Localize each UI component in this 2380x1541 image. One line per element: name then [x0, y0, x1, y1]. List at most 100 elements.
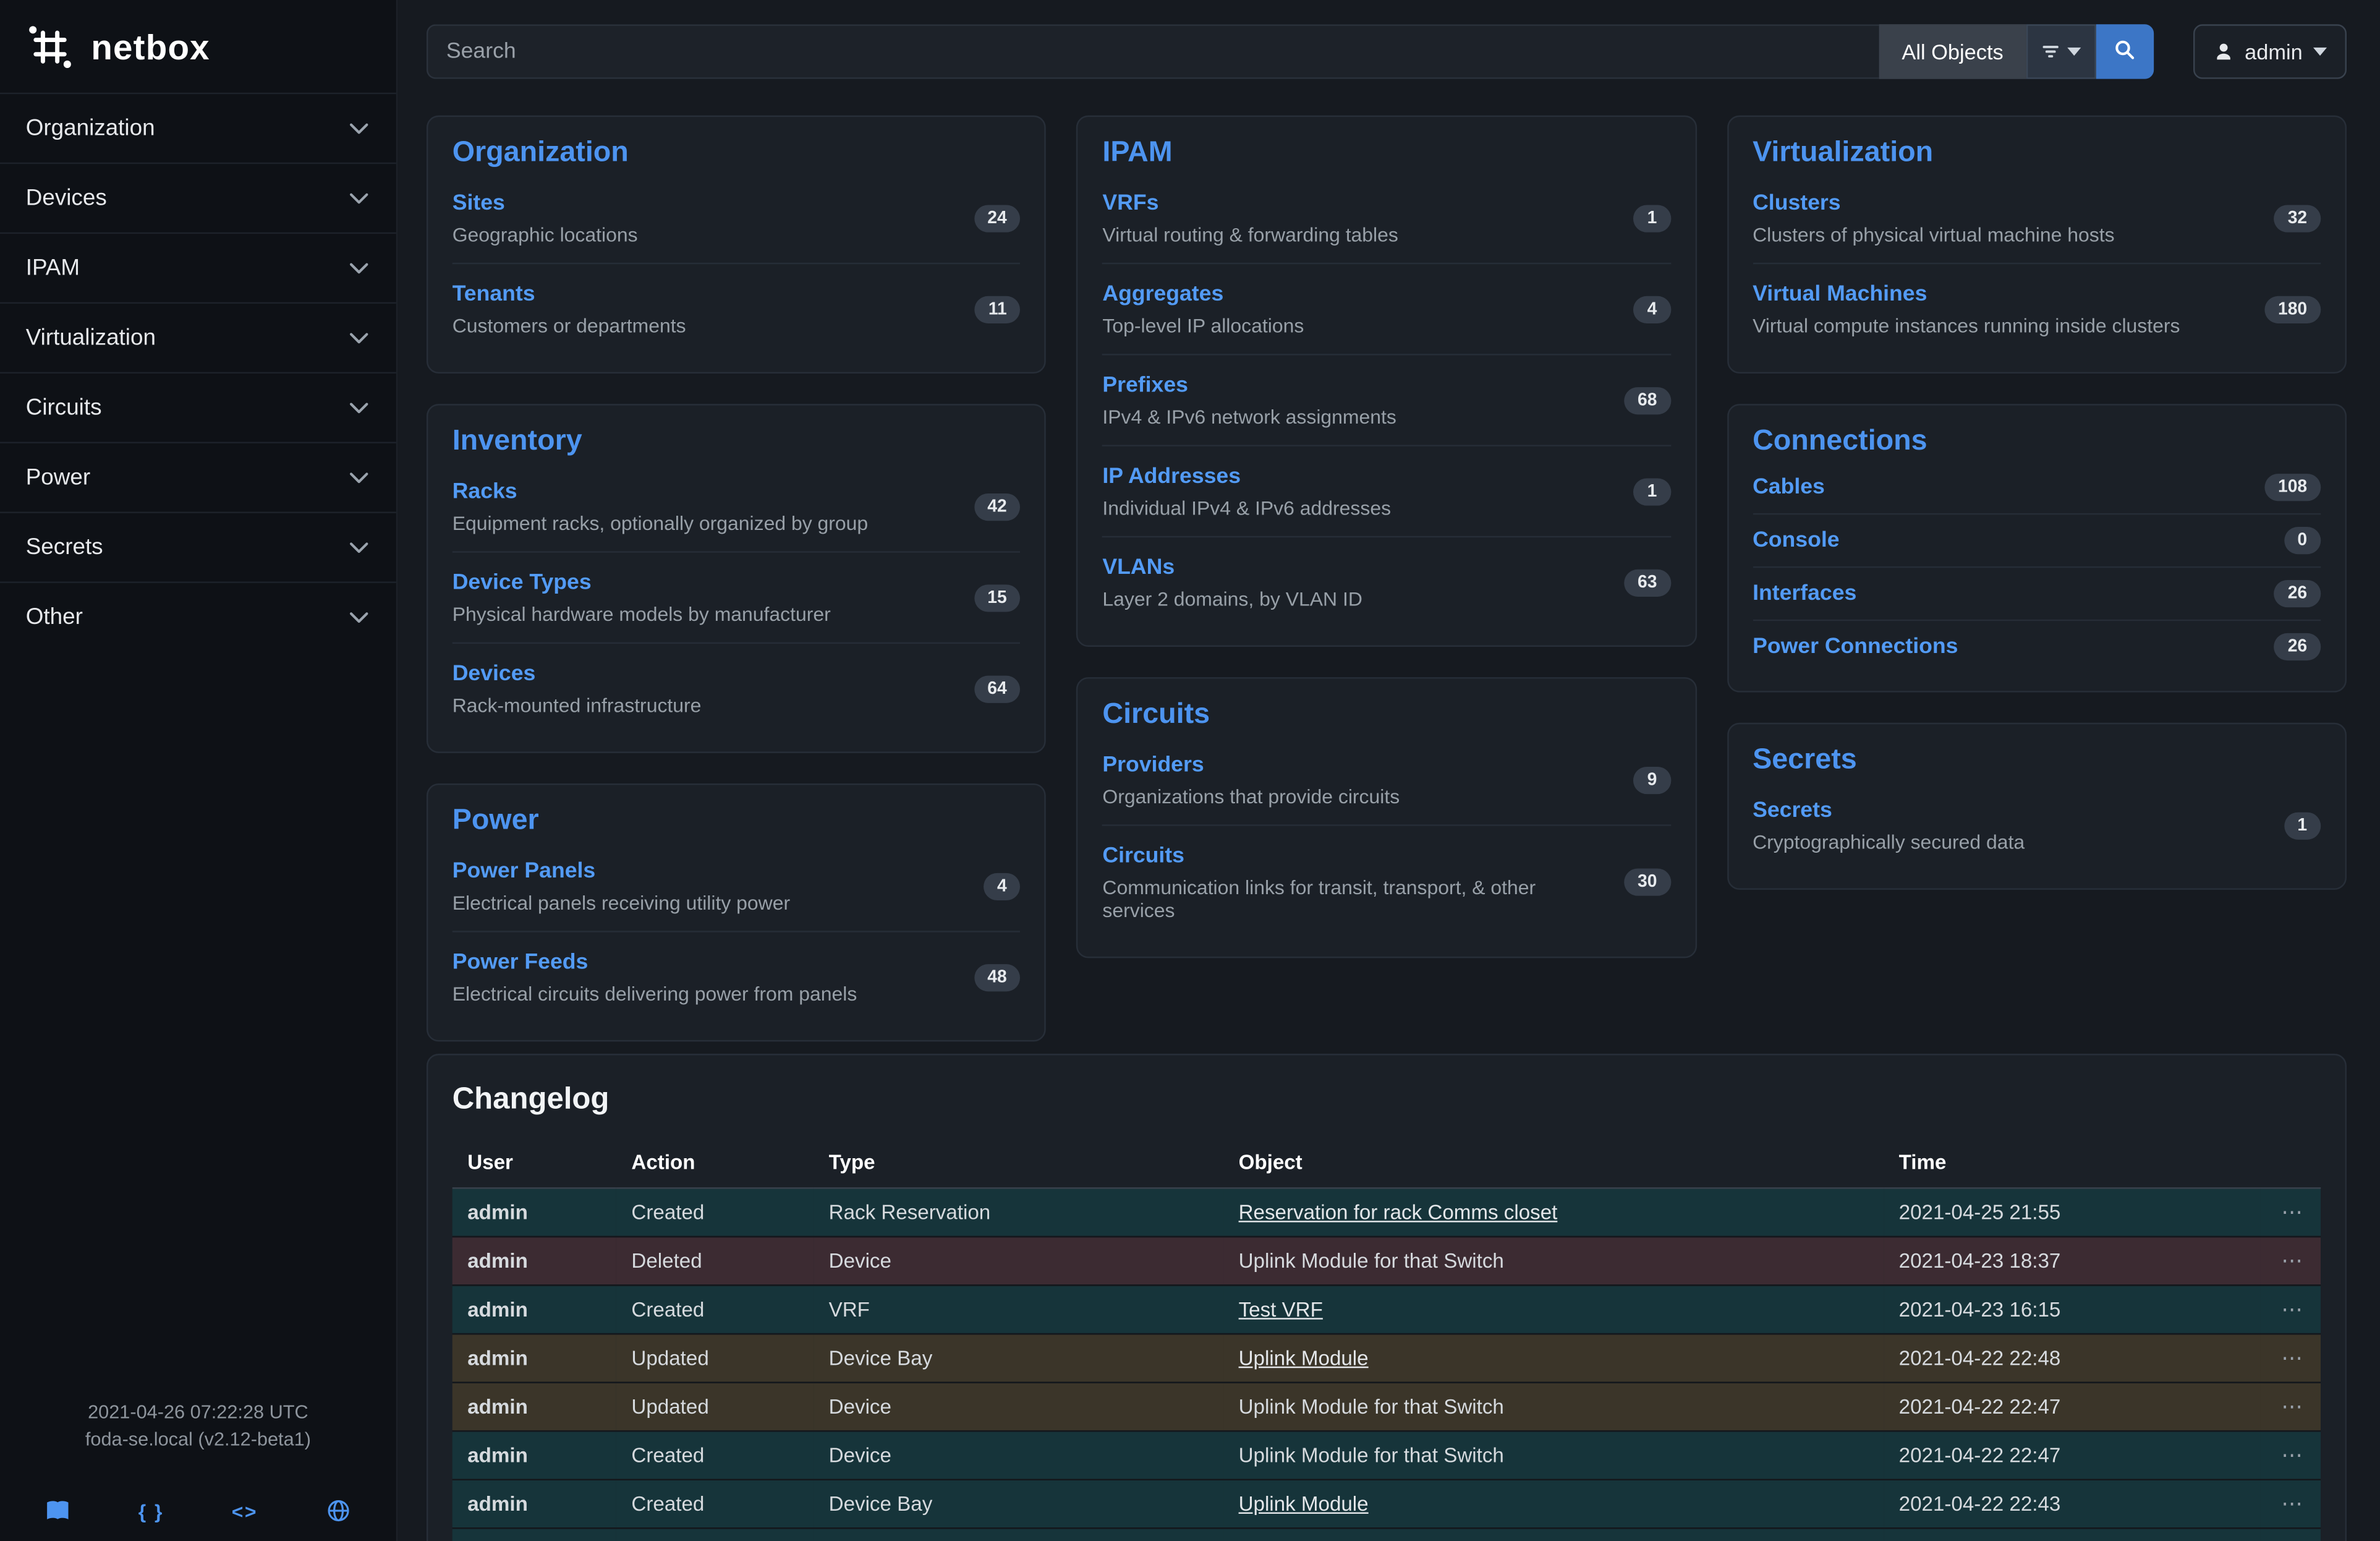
footer-link-book[interactable]	[46, 1498, 70, 1522]
item-text: RacksEquipment racks, optionally organiz…	[453, 478, 869, 534]
item-link-secrets[interactable]: Secrets	[1753, 799, 1832, 823]
changelog-row: adminCreatedDevice BayUplink Module2021-…	[453, 1480, 2321, 1529]
column-header-type: Type	[814, 1139, 1223, 1189]
item-text: Power PanelsElectrical panels receiving …	[453, 858, 790, 914]
item-link-circuits[interactable]: Circuits	[1102, 844, 1184, 868]
count-badge: 26	[2274, 633, 2321, 660]
cell-action: Updated	[616, 1334, 814, 1383]
footer-link-braces[interactable]: { }	[138, 1500, 164, 1522]
chevron-down-icon	[347, 117, 370, 140]
card-connections: ConnectionsCables108Console0Interfaces26…	[1727, 404, 2347, 693]
item-link-devices[interactable]: Devices	[453, 662, 536, 686]
chevron-down-icon	[347, 257, 370, 280]
item-description: Electrical circuits delivering power fro…	[453, 983, 857, 1005]
cell-type: Device	[814, 1383, 1223, 1432]
footer-link-globe[interactable]	[326, 1498, 350, 1522]
cell-action: Created	[616, 1528, 814, 1541]
search-scope-button[interactable]: All Objects	[1879, 24, 2026, 79]
card-item-interfaces: Interfaces26	[1753, 566, 2321, 620]
changelog-row: adminUpdatedDevice BayUplink Module2021-…	[453, 1334, 2321, 1383]
row-actions-button[interactable]: ⋯	[2278, 1201, 2305, 1222]
netbox-logo[interactable]: netbox	[0, 0, 396, 93]
sidebar-item-organization[interactable]: Organization	[0, 93, 396, 163]
item-link-racks[interactable]: Racks	[453, 480, 517, 504]
changelog-title: Changelog	[453, 1083, 2321, 1117]
row-actions-button[interactable]: ⋯	[2278, 1395, 2305, 1416]
item-text: PrefixesIPv4 & IPv6 network assignments	[1102, 372, 1396, 429]
sidebar-item-virtualization[interactable]: Virtualization	[0, 302, 396, 372]
card-item-racks: RacksEquipment racks, optionally organiz…	[453, 461, 1021, 551]
card-ipam: IPAMVRFsVirtual routing & forwarding tab…	[1077, 116, 1697, 647]
item-description: Clusters of physical virtual machine hos…	[1753, 223, 2114, 246]
item-link-clusters[interactable]: Clusters	[1753, 191, 1840, 215]
sidebar-item-label: Organization	[26, 116, 155, 142]
item-link-providers[interactable]: Providers	[1102, 753, 1204, 777]
column-header-actions	[2260, 1139, 2321, 1189]
count-badge: 9	[1634, 766, 1671, 793]
item-link-power-feeds[interactable]: Power Feeds	[453, 950, 589, 975]
item-link-power-panels[interactable]: Power Panels	[453, 860, 596, 884]
card-title: Secrets	[1753, 744, 2321, 777]
card-item-sites: SitesGeographic locations24	[453, 173, 1021, 263]
sidebar-item-secrets[interactable]: Secrets	[0, 511, 396, 581]
dashboard-cards: OrganizationSitesGeographic locations24T…	[427, 116, 2347, 1042]
user-label: admin	[2245, 40, 2303, 64]
sidebar-item-power[interactable]: Power	[0, 442, 396, 512]
item-description: Geographic locations	[453, 223, 638, 246]
item-link-vrfs[interactable]: VRFs	[1102, 191, 1158, 215]
item-text: Device TypesPhysical hardware models by …	[453, 570, 831, 626]
footer-text: 2021-04-26 07:22:28 UTC foda-se.local (v…	[0, 1400, 396, 1453]
globe-icon	[326, 1498, 350, 1522]
row-actions-button[interactable]: ⋯	[2278, 1493, 2305, 1514]
dashboard-column: VirtualizationClustersClusters of physic…	[1727, 116, 2347, 890]
object-link[interactable]: Test VRF	[1239, 1298, 1323, 1321]
object-link[interactable]: Uplink Module	[1239, 1493, 1369, 1516]
cell-user: admin	[453, 1188, 616, 1237]
item-link-sites[interactable]: Sites	[453, 191, 505, 215]
sidebar-item-ipam[interactable]: IPAM	[0, 233, 396, 302]
search-input[interactable]	[427, 24, 1879, 79]
object-link[interactable]: Uplink Module	[1239, 1347, 1369, 1370]
count-badge: 1	[1634, 204, 1671, 231]
cell-object: C9200-NM-4G	[1223, 1528, 1884, 1541]
item-link-prefixes[interactable]: Prefixes	[1102, 374, 1188, 398]
item-link-tenants[interactable]: Tenants	[453, 283, 535, 307]
item-text: Clusters Clusters of physical virtual mac…	[1753, 190, 2114, 246]
cell-type: Device Bay	[814, 1334, 1223, 1383]
item-link-cables[interactable]: Cables	[1753, 476, 1825, 500]
user-menu-button[interactable]: admin	[2193, 24, 2347, 79]
item-link-vlans[interactable]: VLANs	[1102, 556, 1175, 580]
item-text: Sites Geographic locations	[453, 190, 638, 246]
footer-link-code[interactable]: <>	[232, 1500, 258, 1522]
item-link-interfaces[interactable]: Interfaces	[1753, 581, 1856, 605]
cell-user: admin	[453, 1334, 616, 1383]
row-actions-button[interactable]: ⋯	[2278, 1298, 2305, 1319]
row-actions-button[interactable]: ⋯	[2278, 1347, 2305, 1368]
card-title: Inventory	[453, 425, 1021, 459]
sidebar-item-other[interactable]: Other	[0, 581, 396, 651]
item-link-aggregates[interactable]: Aggregates	[1102, 283, 1223, 307]
card-organization: OrganizationSitesGeographic locations24T…	[427, 116, 1047, 374]
item-link-power-connections[interactable]: Power Connections	[1753, 634, 1958, 659]
search-filter-dropdown-button[interactable]	[2026, 24, 2096, 79]
count-badge: 15	[974, 584, 1021, 611]
sidebar-item-devices[interactable]: Devices	[0, 163, 396, 233]
book-icon	[46, 1498, 70, 1522]
item-link-virtual-machines[interactable]: Virtual Machines	[1753, 283, 1927, 307]
count-badge: 68	[1624, 386, 1671, 414]
row-actions-button[interactable]: ⋯	[2278, 1444, 2305, 1465]
sidebar-item-label: Devices	[26, 186, 107, 211]
row-actions-button[interactable]: ⋯	[2278, 1250, 2305, 1271]
cell-type: Rack Reservation	[814, 1188, 1223, 1237]
sidebar-item-circuits[interactable]: Circuits	[0, 372, 396, 442]
item-link-console[interactable]: Console	[1753, 528, 1839, 552]
card-item-power-feeds: Power Feeds Electrical circuits deliverin…	[453, 931, 1021, 1022]
cell-time: 2021-04-23 18:37	[1884, 1237, 2260, 1286]
count-badge: 64	[974, 675, 1021, 702]
search-submit-button[interactable]	[2096, 24, 2154, 79]
item-link-ip-addresses[interactable]: IP Addresses	[1102, 464, 1241, 489]
object-link[interactable]: Reservation for rack Comms closet	[1239, 1201, 1558, 1224]
item-description: Cryptographically secured data	[1753, 830, 2025, 853]
card-item-power-panels: Power PanelsElectrical panels receiving …	[453, 841, 1021, 931]
item-link-device-types[interactable]: Device Types	[453, 571, 592, 595]
